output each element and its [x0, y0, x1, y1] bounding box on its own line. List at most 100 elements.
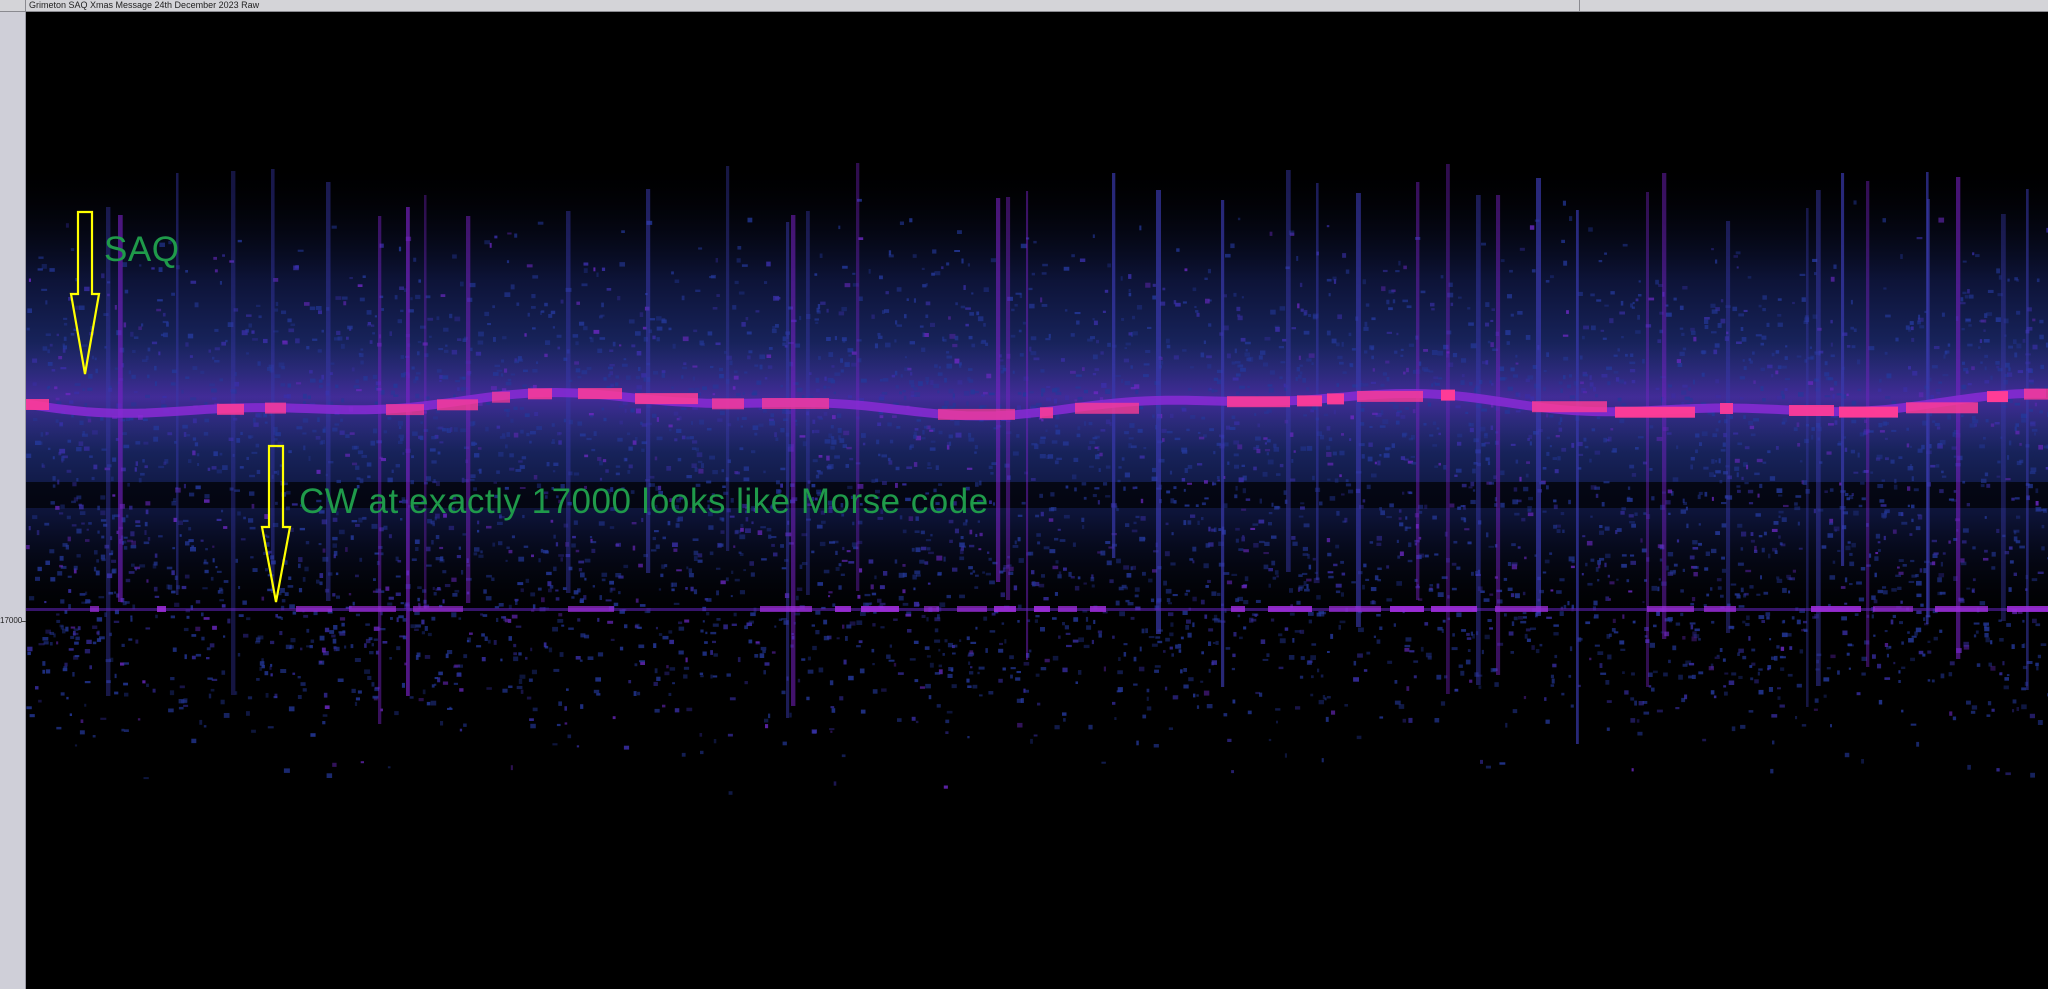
noise-speckle — [1620, 510, 1625, 515]
noise-speckle — [1602, 337, 1607, 340]
noise-speckle — [306, 628, 310, 633]
noise-speckle — [1898, 571, 1904, 575]
noise-speckle — [438, 671, 443, 676]
noise-speckle — [977, 316, 984, 322]
noise-speckle — [968, 661, 971, 665]
noise-speckle — [345, 547, 348, 552]
noise-speckle — [1630, 554, 1635, 557]
noise-speckle — [1943, 354, 1946, 359]
noise-speckle — [1031, 272, 1035, 276]
noise-speckle — [914, 392, 921, 397]
noise-speckle — [189, 355, 193, 358]
noise-speckle — [755, 310, 760, 313]
noise-speckle — [166, 566, 173, 570]
noise-speckle — [969, 544, 975, 548]
noise-speckle — [1611, 628, 1616, 632]
noise-speckle — [1154, 669, 1159, 673]
noise-speckle — [926, 467, 932, 469]
noise-speckle — [62, 343, 65, 348]
noise-speckle — [1485, 322, 1490, 327]
noise-speckle — [781, 618, 787, 621]
noise-speckle — [134, 467, 137, 472]
noise-speckle — [416, 652, 421, 658]
noise-speckle — [1128, 292, 1132, 297]
noise-speckle — [1211, 388, 1215, 393]
noise-speckle — [154, 365, 157, 371]
noise-speckle — [1252, 523, 1259, 526]
noise-speckle — [617, 437, 623, 442]
noise-speckle — [883, 571, 888, 576]
noise-speckle — [695, 289, 701, 292]
noise-speckle — [310, 733, 316, 737]
noise-speckle — [1106, 560, 1112, 566]
noise-speckle — [848, 354, 852, 357]
noise-speckle — [1308, 353, 1315, 358]
noise-speckle — [84, 703, 87, 707]
noise-speckle — [1168, 612, 1174, 617]
noise-speckle — [929, 447, 936, 451]
noise-speckle — [1776, 576, 1780, 580]
noise-speckle — [1877, 589, 1883, 594]
noise-speckle — [484, 311, 490, 317]
noise-speckle — [1744, 446, 1750, 450]
noise-speckle — [771, 328, 777, 334]
noise-speckle — [1972, 252, 1975, 256]
noise-speckle — [710, 274, 716, 279]
noise-speckle — [410, 297, 413, 301]
noise-speckle — [1675, 622, 1681, 626]
noise-speckle — [1386, 598, 1393, 602]
noise-speckle — [1125, 342, 1131, 346]
noise-speckle — [27, 646, 33, 652]
noise-speckle — [336, 646, 340, 652]
noise-speckle — [1582, 391, 1587, 394]
noise-speckle — [1083, 582, 1087, 585]
noise-speckle — [871, 314, 875, 319]
noise-speckle — [1892, 614, 1896, 618]
noise-speckle — [321, 329, 324, 333]
noise-speckle — [928, 551, 934, 555]
noise-speckle — [1225, 425, 1230, 430]
noise-speckle — [431, 684, 435, 688]
noise-speckle — [556, 723, 561, 727]
noise-speckle — [1357, 653, 1363, 658]
noise-speckle — [490, 386, 497, 391]
noise-speckle — [1192, 560, 1195, 564]
noise-speckle — [1793, 427, 1798, 432]
noise-speckle — [558, 554, 565, 557]
noise-speckle — [1117, 670, 1123, 675]
noise-speckle — [296, 382, 302, 385]
noise-speckle — [989, 580, 995, 585]
noise-speckle — [191, 634, 197, 637]
noise-speckle — [888, 659, 895, 662]
noise-speckle — [1239, 636, 1243, 640]
noise-speckle — [743, 569, 746, 572]
noise-speckle — [1668, 618, 1673, 623]
noise-speckle — [454, 589, 460, 593]
noise-speckle — [916, 419, 921, 422]
noise-speckle — [373, 428, 378, 434]
noise-speckle — [1936, 391, 1941, 395]
noise-speckle — [38, 699, 42, 703]
noise-speckle — [1369, 345, 1375, 350]
noise-speckle — [881, 454, 887, 458]
noise-speckle — [911, 716, 916, 721]
noise-speckle — [1207, 364, 1212, 369]
noise-speckle — [1671, 393, 1676, 399]
noise-speckle — [609, 364, 615, 367]
noise-speckle — [1775, 350, 1780, 354]
noise-speckle — [1598, 260, 1603, 263]
noise-speckle — [902, 529, 907, 534]
noise-speckle — [1234, 348, 1237, 354]
noise-speckle — [1981, 478, 1987, 484]
noise-speckle — [510, 373, 516, 376]
noise-speckle — [1591, 428, 1596, 432]
noise-speckle — [781, 567, 787, 570]
noise-speckle — [1469, 423, 1474, 427]
noise-speckle — [205, 548, 208, 551]
spectrogram-area[interactable]: SAQ CW at exactly 17000 looks like Morse… — [26, 12, 2048, 989]
noise-speckle — [1481, 649, 1484, 655]
noise-speckle — [878, 453, 881, 457]
noise-speckle — [57, 571, 63, 576]
noise-speckle — [640, 421, 643, 425]
noise-speckle — [1909, 533, 1913, 536]
